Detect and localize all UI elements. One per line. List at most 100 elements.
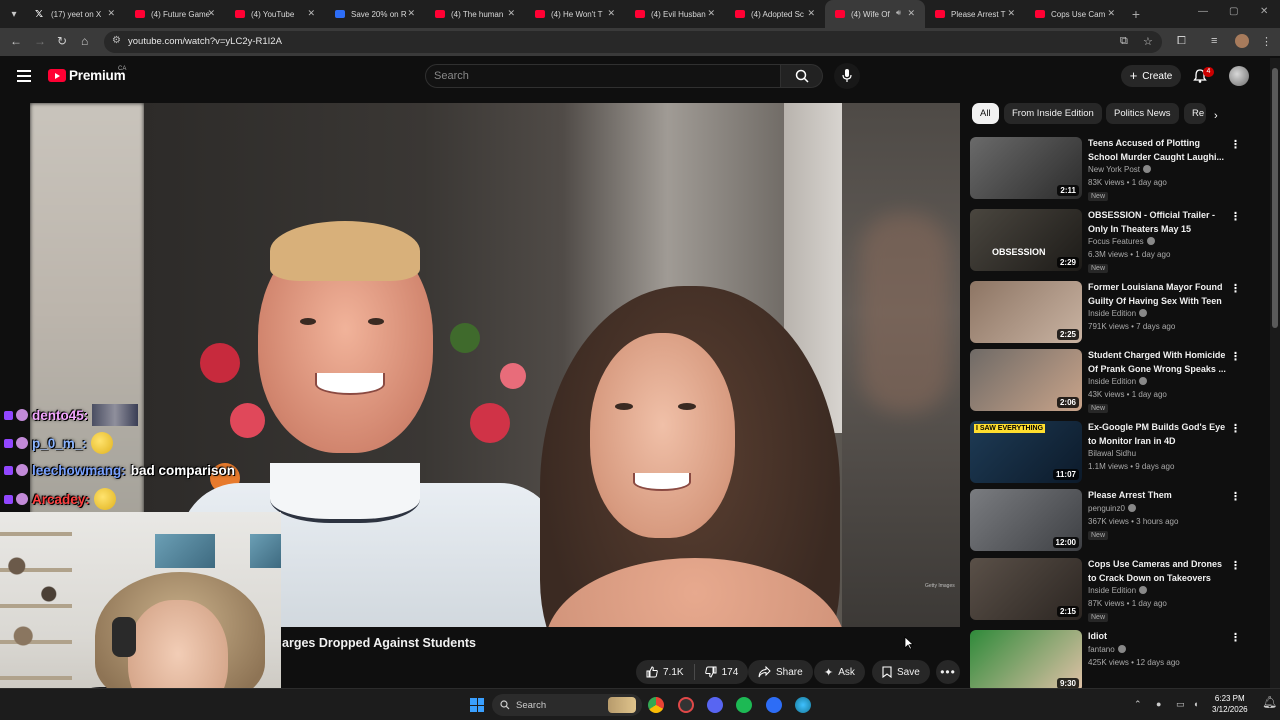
chip-politics-news[interactable]: Politics News <box>1106 103 1179 124</box>
tab-close-icon[interactable]: ✕ <box>1007 8 1015 19</box>
tab-close-icon[interactable]: ✕ <box>307 8 315 19</box>
browser-alt-icon[interactable] <box>795 697 811 713</box>
recommendation-item[interactable]: 2:11 Teens Accused of Plotting School Mur… <box>970 137 1250 203</box>
steam-icon[interactable] <box>766 697 782 713</box>
more-options-icon[interactable]: ⋮ <box>1230 490 1241 503</box>
bookmark-star-icon[interactable]: ☆ <box>1143 35 1153 48</box>
maximize-icon[interactable]: ▢ <box>1229 6 1238 17</box>
discord-icon[interactable] <box>707 697 723 713</box>
reload-icon[interactable]: ↻ <box>57 34 67 48</box>
video-thumbnail[interactable]: 2:25 <box>970 281 1082 343</box>
page-scrollbar[interactable] <box>1270 58 1280 688</box>
chip-from-inside-edition[interactable]: From Inside Edition <box>1004 103 1102 124</box>
channel-name[interactable]: fantano <box>1088 645 1126 654</box>
home-icon[interactable]: ⌂ <box>81 34 88 48</box>
voice-search-button[interactable] <box>834 63 860 89</box>
browser-tab[interactable]: (4) The human ✕ <box>425 0 525 28</box>
account-avatar[interactable] <box>1229 66 1249 86</box>
browser-profile-avatar[interactable] <box>1235 34 1249 48</box>
recommendation-item[interactable]: 9:30 Idiot fantano 425K views • 12 days ago… <box>970 630 1250 696</box>
recommendation-title[interactable]: Idiot <box>1088 630 1228 644</box>
window-close-icon[interactable]: ✕ <box>1260 6 1268 17</box>
browser-tab[interactable]: Cops Use Cam ✕ <box>1025 0 1125 28</box>
recommendation-item[interactable]: I SAW EVERYTHING 11:07 Ex-Google PM Builds… <box>970 421 1250 487</box>
tab-close-icon[interactable]: ✕ <box>207 8 215 19</box>
minimize-icon[interactable]: — <box>1198 6 1208 17</box>
browser-tab[interactable]: (4) He Won't T ✕ <box>525 0 625 28</box>
volume-icon[interactable]: ◖ <box>1193 699 1198 709</box>
media-controls-icon[interactable]: ≡ <box>1211 35 1217 47</box>
video-thumbnail[interactable]: 2:06 <box>970 349 1082 411</box>
more-options-icon[interactable]: ⋮ <box>1230 631 1241 644</box>
video-thumbnail[interactable]: 12:00 <box>970 489 1082 551</box>
guide-menu-icon[interactable] <box>17 70 31 82</box>
install-app-icon[interactable]: ⧉ <box>1120 35 1128 48</box>
extensions-icon[interactable]: ⧠ <box>1177 35 1186 48</box>
back-icon[interactable]: ← <box>10 34 22 48</box>
browser-tab[interactable]: Save 20% on R ✕ <box>325 0 425 28</box>
tab-close-icon[interactable]: ✕ <box>907 8 915 19</box>
search-button[interactable] <box>781 64 823 88</box>
channel-name[interactable]: penguinz0 <box>1088 504 1136 513</box>
search-box[interactable] <box>425 64 781 88</box>
channel-name[interactable]: New York Post <box>1088 165 1152 174</box>
network-icon[interactable]: ▭ <box>1176 699 1185 710</box>
browser-tab[interactable]: (4) Wife Of 🔊︎ ✕ <box>825 0 925 28</box>
tab-close-icon[interactable]: ✕ <box>407 8 415 19</box>
chip-all[interactable]: All <box>972 103 999 124</box>
spotify-icon[interactable] <box>736 697 752 713</box>
system-clock[interactable]: 6:23 PM 3/12/2026 <box>1212 693 1248 715</box>
more-options-icon[interactable]: ⋮ <box>1230 282 1241 295</box>
show-hidden-icons-icon[interactable]: ⌃ <box>1134 699 1142 710</box>
youtube-logo-text[interactable]: Premium <box>69 68 126 83</box>
save-button[interactable]: Save <box>872 660 930 684</box>
recommendation-item[interactable]: 2:15 Cops Use Cameras and Drones to Crack… <box>970 558 1250 624</box>
tab-audio-icon[interactable]: 🔊︎ <box>896 8 901 18</box>
tab-close-icon[interactable]: ✕ <box>707 8 715 19</box>
browser-tab[interactable]: 𝕏 (17) yeet on X ✕ <box>25 0 125 28</box>
dislike-button[interactable]: 174 <box>695 660 749 684</box>
windows-start-icon[interactable] <box>470 698 484 712</box>
tab-close-icon[interactable]: ✕ <box>1107 8 1115 19</box>
scrollbar-thumb[interactable] <box>1272 68 1278 328</box>
chevron-right-icon[interactable]: › <box>1214 110 1218 122</box>
microphone-tray-icon[interactable]: ● <box>1156 699 1161 709</box>
recommendation-item[interactable]: OBSESSION 2:29 OBSESSION - Official Traile… <box>970 209 1250 275</box>
channel-name[interactable]: Focus Features <box>1088 237 1155 246</box>
recommendation-item[interactable]: 2:25 Former Louisiana Mayor Found Guilty … <box>970 281 1250 347</box>
ask-button[interactable]: ✦ Ask <box>814 660 865 684</box>
browser-tab[interactable]: (4) Future Game ✕ <box>125 0 225 28</box>
address-bar[interactable]: ⚙ youtube.com/watch?v=yLC2y-R1I2A <box>104 31 1162 53</box>
forward-icon[interactable]: → <box>34 34 46 48</box>
new-tab-button[interactable]: + <box>1125 6 1147 22</box>
video-thumbnail[interactable]: 2:11 <box>970 137 1082 199</box>
browser-tab[interactable]: (4) YouTube ✕ <box>225 0 325 28</box>
tab-search-dropdown-icon[interactable]: ▾ <box>3 3 25 25</box>
tab-close-icon[interactable]: ✕ <box>807 8 815 19</box>
recommendation-title[interactable]: Cops Use Cameras and Drones to Crack Dow… <box>1088 558 1228 585</box>
chip-partial[interactable]: Re <box>1184 103 1206 124</box>
chrome-icon[interactable] <box>648 697 664 713</box>
more-options-icon[interactable]: ⋮ <box>1230 422 1241 435</box>
channel-name[interactable]: Inside Edition <box>1088 377 1148 386</box>
recommendation-title[interactable]: OBSESSION - Official Trailer - Only In T… <box>1088 209 1228 236</box>
browser-tab[interactable]: (4) Adopted Sc ✕ <box>725 0 825 28</box>
recommendation-title[interactable]: Please Arrest Them <box>1088 489 1228 503</box>
more-options-icon[interactable]: ⋮ <box>1230 559 1241 572</box>
browser-tab[interactable]: (4) Evil Husban ✕ <box>625 0 725 28</box>
recommendation-title[interactable]: Former Louisiana Mayor Found Guilty Of H… <box>1088 281 1228 308</box>
tab-close-icon[interactable]: ✕ <box>607 8 615 19</box>
tab-close-icon[interactable]: ✕ <box>107 8 115 19</box>
recommendation-title[interactable]: Student Charged With Homicide Of Prank G… <box>1088 349 1228 376</box>
video-thumbnail[interactable]: 9:30 <box>970 630 1082 692</box>
channel-name[interactable]: Inside Edition <box>1088 309 1148 318</box>
more-options-icon[interactable]: ⋮ <box>1230 350 1241 363</box>
search-input[interactable] <box>434 70 764 82</box>
share-button[interactable]: Share <box>748 660 813 684</box>
taskbar-search[interactable]: Search <box>492 694 642 716</box>
browser-tab[interactable]: Please Arrest T ✕ <box>925 0 1025 28</box>
site-info-icon[interactable]: ⚙ <box>112 35 121 46</box>
recommendation-title[interactable]: Ex-Google PM Builds God's Eye to Monitor… <box>1088 421 1228 448</box>
tab-close-icon[interactable]: ✕ <box>507 8 515 19</box>
recommendation-item[interactable]: 2:06 Student Charged With Homicide Of Pra… <box>970 349 1250 415</box>
